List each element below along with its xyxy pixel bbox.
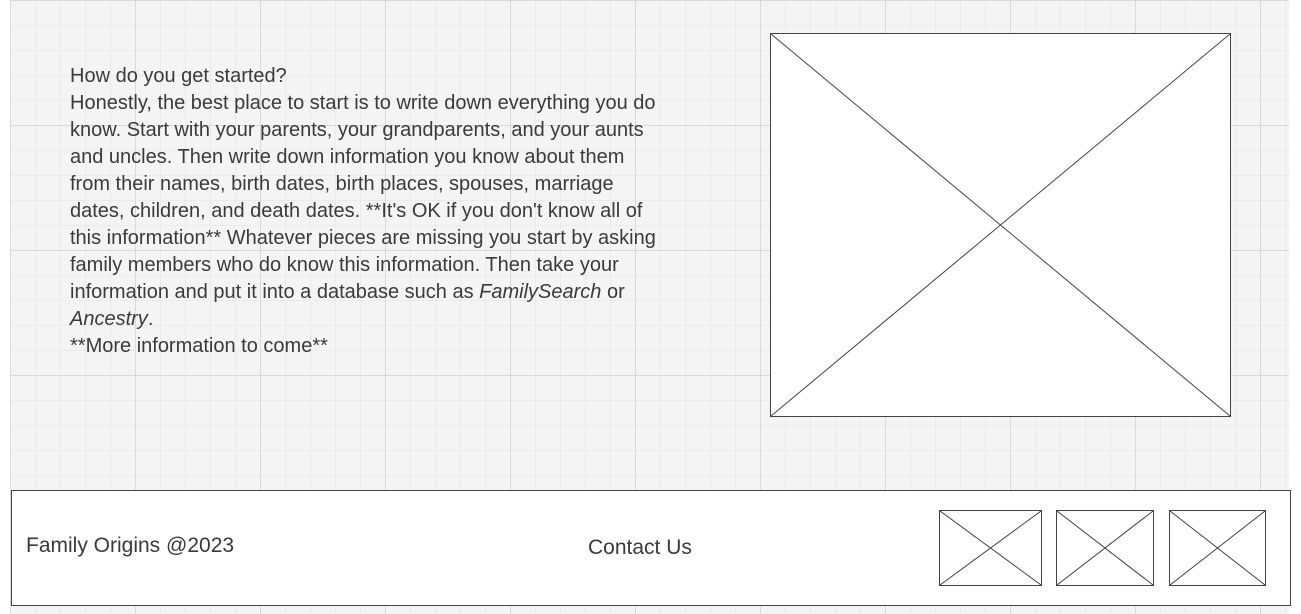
intro-text-block: How do you get started? Honestly, the be… — [70, 63, 660, 360]
intro-connector: or — [601, 281, 625, 303]
ancestry-link: Ancestry — [70, 308, 148, 330]
image-placeholder-icon — [940, 511, 1041, 585]
footer-copyright: Family Origins @2023 — [26, 534, 235, 557]
familysearch-link: FamilySearch — [479, 281, 602, 303]
social-icon-2[interactable] — [1056, 510, 1154, 586]
intro-body: Honestly, the best place to start is to … — [70, 90, 660, 333]
image-placeholder-icon — [771, 34, 1230, 416]
intro-question: How do you get started? — [70, 65, 287, 87]
social-icon-3[interactable] — [1169, 510, 1266, 586]
intro-more-info: **More information to come** — [70, 335, 328, 357]
footer: Family Origins @2023 Contact Us — [11, 490, 1291, 606]
intro-period: . — [147, 308, 154, 330]
contact-us-link[interactable]: Contact Us — [588, 536, 692, 560]
social-icon-1[interactable] — [939, 510, 1042, 586]
hero-image-placeholder — [770, 33, 1231, 417]
image-placeholder-icon — [1170, 511, 1265, 585]
image-placeholder-icon — [1057, 511, 1153, 585]
intro-body-text: Honestly, the best place to start is to … — [70, 92, 656, 303]
